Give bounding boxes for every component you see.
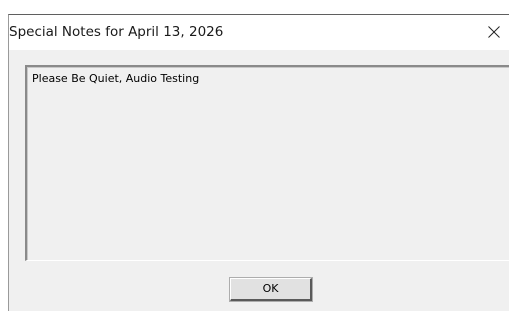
notes-textbox[interactable]: Please Be Quiet, Audio Testing — [25, 65, 509, 261]
close-button[interactable] — [479, 15, 509, 50]
notes-text: Please Be Quiet, Audio Testing — [32, 72, 200, 85]
dialog-title: Special Notes for April 13, 2026 — [9, 24, 224, 40]
special-notes-dialog: Special Notes for April 13, 2026 Please … — [8, 14, 509, 311]
close-icon — [488, 26, 500, 38]
ok-button[interactable]: OK — [229, 277, 313, 302]
title-bar: Special Notes for April 13, 2026 — [9, 15, 509, 50]
